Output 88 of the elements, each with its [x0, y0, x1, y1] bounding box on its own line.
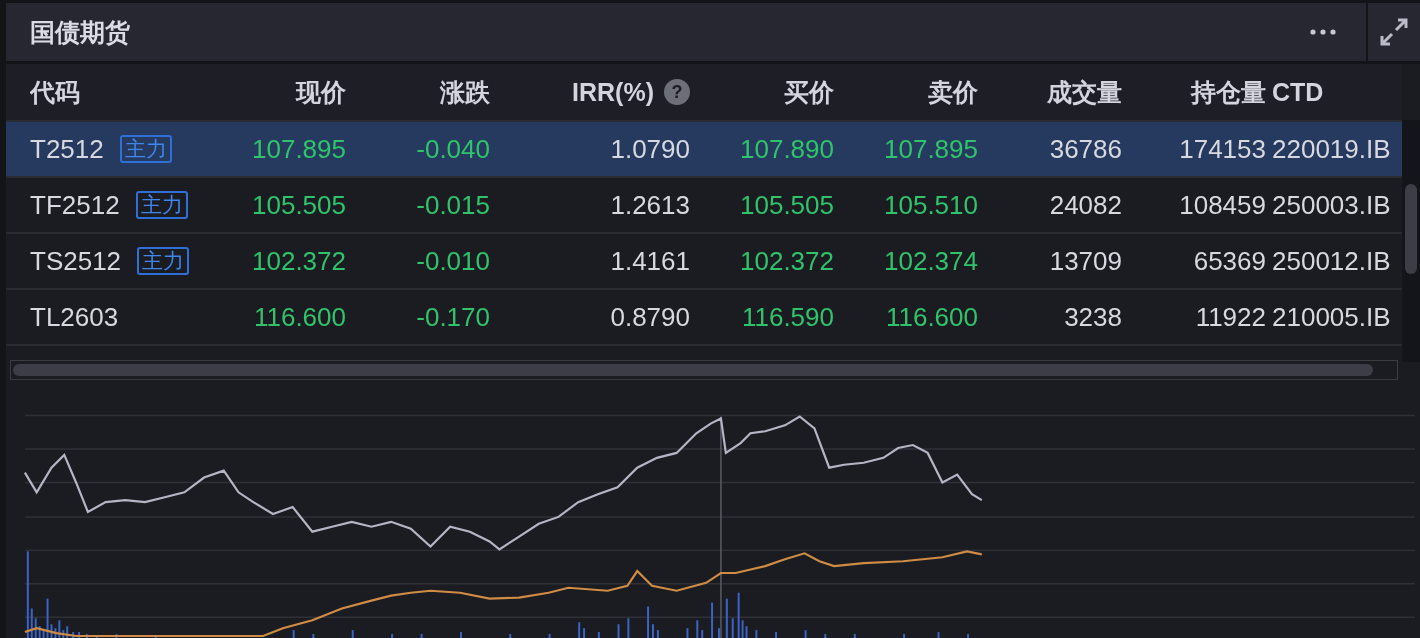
table-cell: 220019.IB — [1272, 133, 1391, 165]
volume-bar — [617, 624, 620, 638]
volume-bar — [775, 632, 778, 638]
main-contract-tag: 主力 — [119, 135, 172, 163]
volume-bar — [312, 634, 315, 638]
volume-bar — [755, 630, 758, 638]
vertical-scrollbar[interactable] — [1402, 120, 1420, 362]
volume-bar — [824, 634, 827, 638]
table-cell: 102.372 — [252, 245, 346, 277]
volume-bar — [154, 635, 157, 638]
contract-code: TF2512 — [30, 189, 120, 221]
table-cell: 174153 — [1179, 133, 1266, 165]
volume-bar — [95, 635, 98, 638]
volume-bar — [937, 632, 940, 638]
table-cell: 24082 — [1049, 189, 1122, 221]
table-cell: 102.372 — [740, 245, 834, 277]
table-cell: -0.040 — [416, 133, 490, 165]
column-header: 持仓量 — [1191, 76, 1266, 108]
column-header: 买价 — [784, 76, 834, 108]
table-cell: -0.010 — [416, 245, 490, 277]
volume-bar — [804, 630, 807, 638]
table-cell: 65369 — [1193, 245, 1266, 277]
table-row[interactable]: T2512 主力 107.895 -0.040 1.0790 107.890 107.895 36786 174153 220019.IB — [6, 120, 1402, 176]
table-cell: 102.374 — [884, 245, 978, 277]
volume-bar — [731, 618, 734, 638]
volume-bar — [627, 618, 630, 638]
column-header: IRR(%) — [572, 77, 654, 107]
table-cell: 116.590 — [741, 301, 834, 333]
contract-code: TL2603 — [30, 301, 119, 333]
table-cell: 11922 — [1195, 301, 1266, 333]
table-cell: 36786 — [1049, 133, 1122, 165]
volume-bar — [717, 628, 720, 638]
volume-bar — [597, 632, 600, 638]
panel-title: 国债期货 — [30, 16, 131, 48]
table-cell: 107.895 — [252, 133, 346, 165]
table-cell: 250012.IB — [1272, 245, 1391, 277]
volume-bar — [85, 634, 88, 638]
volume-bar — [292, 630, 295, 638]
main-contract-tag: 主力 — [135, 191, 188, 219]
volume-bar — [420, 634, 423, 638]
table-cell: 107.895 — [884, 133, 978, 165]
column-header: 代码 — [30, 76, 80, 108]
volume-bar — [696, 620, 699, 638]
horizontal-scrollbar[interactable] — [10, 360, 1398, 380]
table-cell: 105.505 — [252, 189, 346, 221]
volume-bar — [686, 628, 689, 638]
volume-bar — [548, 634, 551, 638]
volume-bar — [509, 634, 512, 638]
volume-bar — [725, 598, 728, 638]
column-header: 卖价 — [928, 76, 978, 108]
table-cell: 210005.IB — [1272, 301, 1391, 333]
volume-bar — [656, 630, 659, 638]
volume-bar — [115, 634, 118, 638]
table-cell: 105.510 — [884, 189, 978, 221]
table-cell: 116.600 — [885, 301, 978, 333]
column-header: 现价 — [296, 76, 346, 108]
column-header: CTD — [1272, 77, 1324, 107]
contract-code: T2512 — [30, 133, 104, 165]
table-cell: 1.4161 — [610, 245, 690, 277]
expand-icon[interactable] — [1379, 17, 1409, 47]
column-header: 涨跌 — [440, 76, 490, 108]
table-cell: -0.170 — [416, 301, 490, 333]
table-cell: 0.8790 — [610, 301, 690, 333]
table-cell: 250003.IB — [1272, 189, 1391, 221]
volume-bar — [853, 634, 856, 638]
table-cell: 1.2613 — [610, 189, 690, 221]
table-cell: 13709 — [1049, 245, 1122, 277]
volume-bar — [578, 622, 581, 638]
contract-code: TS2512 — [30, 245, 122, 277]
column-header: 成交量 — [1047, 76, 1122, 108]
table-cell: 107.890 — [740, 133, 834, 165]
main-contract-tag: 主力 — [137, 247, 190, 275]
table-cell: 116.600 — [253, 301, 346, 333]
scrollbar-thumb[interactable] — [1405, 184, 1417, 274]
volume-bar — [391, 634, 394, 638]
more-icon[interactable] — [1310, 28, 1336, 36]
table-cell: -0.015 — [416, 189, 490, 221]
table-cell: 108459 — [1179, 189, 1266, 221]
scrollbar-thumb[interactable] — [13, 364, 1373, 376]
table-cell: 1.0790 — [610, 133, 690, 165]
table-cell: 3238 — [1064, 301, 1122, 333]
volume-bar — [701, 630, 704, 638]
volume-bar — [351, 630, 354, 638]
volume-bar — [647, 606, 650, 638]
volume-bar — [583, 628, 586, 638]
volume-bar — [72, 632, 75, 638]
table-cell: 105.505 — [740, 189, 834, 221]
volume-bar — [711, 602, 714, 638]
